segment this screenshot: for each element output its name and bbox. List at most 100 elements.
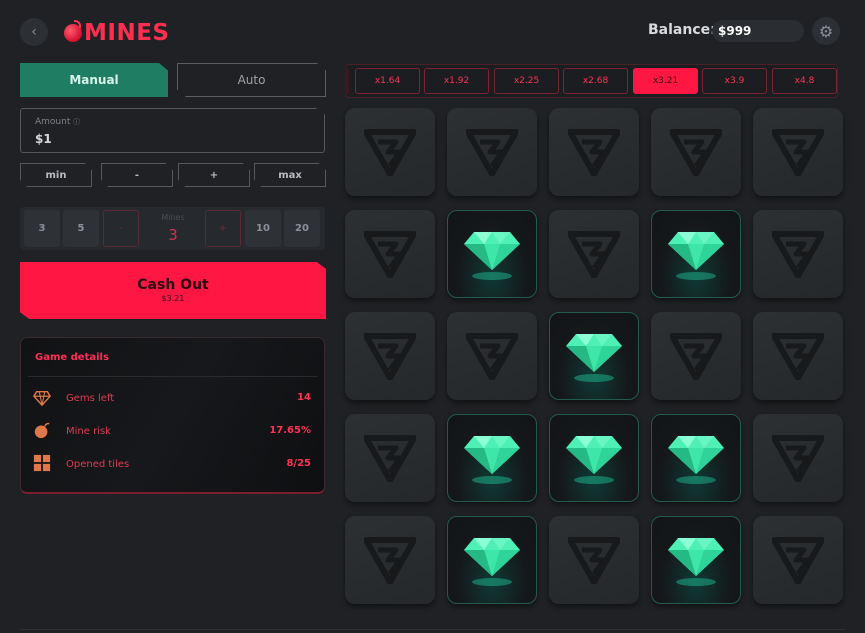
tile-logo-icon — [364, 333, 416, 380]
mine-preset-3[interactable]: 3 — [24, 210, 60, 247]
tile-logo-icon — [772, 129, 824, 176]
gear-icon: ⚙ — [818, 21, 834, 41]
tile-logo-icon — [568, 231, 620, 278]
tile-logo-icon — [364, 537, 416, 584]
board-tile-gem — [447, 210, 537, 298]
board-tile-hidden[interactable] — [345, 516, 435, 604]
grid-icon — [33, 454, 51, 472]
opened-tiles-label: Opened tiles — [66, 459, 130, 470]
tile-logo-icon — [364, 231, 416, 278]
cashout-label: Cash Out — [137, 277, 209, 293]
gem-icon — [566, 436, 622, 484]
tile-logo-icon — [568, 129, 620, 176]
mine-preset-5[interactable]: 5 — [63, 210, 99, 247]
tile-logo-icon — [466, 129, 518, 176]
board-tile-hidden[interactable] — [753, 414, 843, 502]
multiplier-bar-edge — [345, 68, 349, 94]
multiplier-item-active: x3.21 — [633, 68, 698, 94]
board-tile-hidden[interactable] — [447, 108, 537, 196]
bomb-icon — [34, 422, 50, 439]
info-icon: ⓘ — [73, 118, 81, 126]
board-tile-gem — [447, 414, 537, 502]
tile-logo-icon — [772, 333, 824, 380]
board-tile-hidden[interactable] — [549, 108, 639, 196]
gems-left-value: 14 — [297, 392, 311, 403]
chevron-left-icon: ‹ — [31, 24, 37, 40]
amount-label-text: Amount — [35, 117, 71, 127]
cashout-amount: $3.21 — [161, 294, 185, 303]
multiplier-item: x1.64 — [355, 68, 420, 94]
board-tile-gem — [651, 516, 741, 604]
board-tile-hidden[interactable] — [753, 108, 843, 196]
logo: MINES — [64, 18, 169, 48]
mine-preset-20[interactable]: 20 — [284, 210, 320, 247]
decrease-button[interactable]: - — [101, 163, 173, 187]
min-button[interactable]: min — [20, 163, 92, 187]
game-details-title: Game details — [35, 352, 109, 363]
board-tile-hidden[interactable] — [753, 210, 843, 298]
board-tile-hidden[interactable] — [345, 414, 435, 502]
board-tile-hidden[interactable] — [345, 312, 435, 400]
board-tile-gem — [549, 312, 639, 400]
gem-icon — [566, 334, 622, 382]
mine-risk-value: 17.65% — [269, 425, 311, 436]
gem-icon — [668, 436, 724, 484]
gem-icon — [464, 538, 520, 586]
board-tile-gem — [447, 516, 537, 604]
board-tile-gem — [549, 414, 639, 502]
back-button[interactable]: ‹ — [20, 18, 48, 46]
board-tile-hidden[interactable] — [651, 108, 741, 196]
increase-button[interactable]: + — [178, 163, 250, 187]
board-tile-hidden[interactable] — [345, 210, 435, 298]
opened-tiles-value: 8/25 — [286, 458, 311, 469]
board-tile-hidden[interactable] — [651, 312, 741, 400]
amount-label: Amount ⓘ — [35, 117, 80, 127]
max-button[interactable]: max — [254, 163, 326, 187]
gem-icon — [464, 436, 520, 484]
mines-label: Mines — [161, 213, 185, 222]
board-tile-hidden[interactable] — [753, 312, 843, 400]
tab-manual[interactable]: Manual — [20, 63, 168, 97]
gems-left-label: Gems left — [66, 393, 115, 404]
amount-field[interactable] — [20, 108, 325, 153]
tile-logo-icon — [364, 129, 416, 176]
gem-icon — [668, 538, 724, 586]
mine-risk-label: Mine risk — [66, 426, 111, 437]
multiplier-item: x2.68 — [563, 68, 628, 94]
board-tile-hidden[interactable] — [549, 210, 639, 298]
multiplier-item: x2.25 — [494, 68, 559, 94]
multiplier-item: x1.92 — [424, 68, 489, 94]
tile-logo-icon — [670, 333, 722, 380]
amount-value[interactable]: $1 — [35, 132, 52, 146]
board-tile-gem — [651, 414, 741, 502]
tile-logo-icon — [772, 435, 824, 482]
mines-value: 3 — [168, 226, 178, 244]
tile-logo-icon — [772, 231, 824, 278]
balance-value: $999 — [712, 20, 804, 42]
board-tile-hidden[interactable] — [345, 108, 435, 196]
multiplier-item: x4.8 — [772, 68, 837, 94]
board-tile-hidden[interactable] — [549, 516, 639, 604]
multiplier-item: x3.9 — [702, 68, 767, 94]
tile-logo-icon — [670, 129, 722, 176]
mines-decrement-button[interactable]: - — [103, 210, 139, 247]
mines-increment-button[interactable]: + — [205, 210, 241, 247]
tile-logo-icon — [466, 333, 518, 380]
bomb-icon — [64, 20, 82, 42]
divider — [28, 376, 318, 377]
tile-logo-icon — [568, 537, 620, 584]
board-tile-gem — [651, 210, 741, 298]
board-tile-hidden[interactable] — [447, 312, 537, 400]
settings-button[interactable]: ⚙ — [812, 17, 840, 45]
board-tile-hidden[interactable] — [753, 516, 843, 604]
tab-auto[interactable]: Auto — [177, 63, 326, 97]
logo-text: MINES — [84, 20, 170, 46]
gem-icon — [668, 232, 724, 280]
gem-icon — [464, 232, 520, 280]
tile-logo-icon — [772, 537, 824, 584]
diamond-icon — [33, 390, 51, 407]
tile-logo-icon — [364, 435, 416, 482]
divider — [20, 629, 845, 630]
balance-label: Balance: — [648, 22, 716, 38]
mine-preset-10[interactable]: 10 — [245, 210, 281, 247]
